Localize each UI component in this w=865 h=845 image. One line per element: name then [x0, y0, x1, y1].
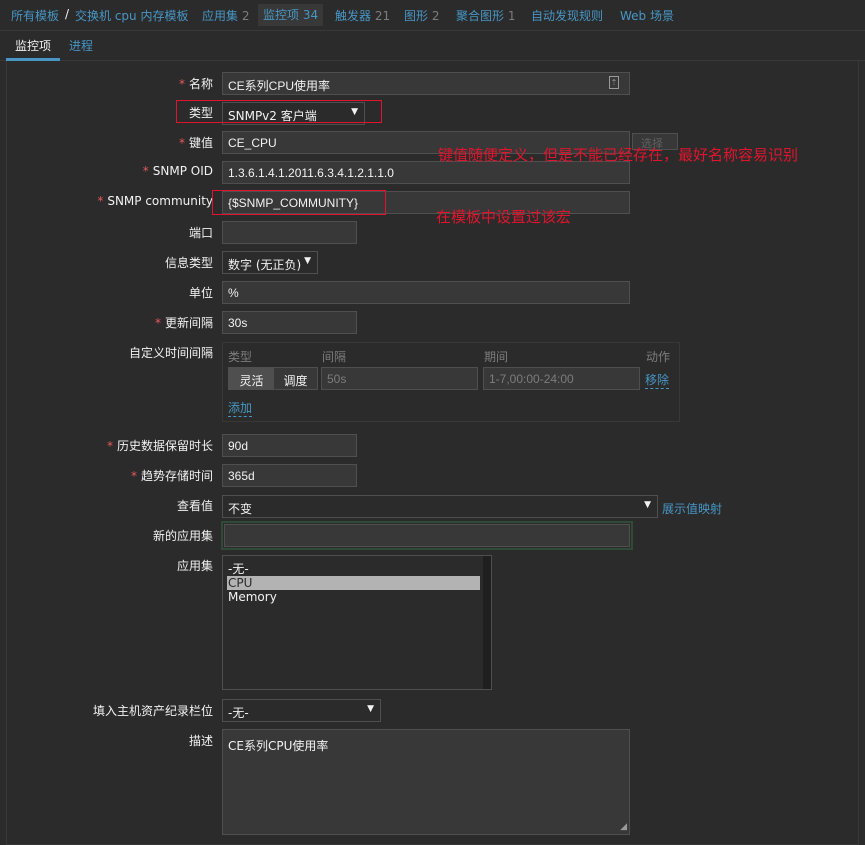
- add-interval-button[interactable]: 添加: [228, 399, 253, 417]
- key-annotation: 键值随便定义，但是不能已经存在，最好名称容易识别: [438, 146, 799, 164]
- col-interval-header: 间隔: [322, 350, 347, 364]
- chevron-down-icon: ▼: [304, 256, 311, 266]
- remove-interval-button[interactable]: 移除: [645, 371, 670, 389]
- breadcrumb-separator: /: [65, 7, 70, 21]
- new-application-field: [221, 521, 633, 550]
- key-label: * 键值: [178, 136, 213, 150]
- valuemap-label: 查看值: [176, 499, 213, 513]
- inventory-label: 填入主机资产纪录栏位: [92, 704, 213, 718]
- info-type-select[interactable]: 数字 (无正负) ▼: [222, 251, 318, 274]
- macro-annotation: 在模板中设置过该宏: [436, 208, 572, 226]
- history-label: * 历史数据保留时长: [106, 439, 213, 453]
- items-link-active[interactable]: 监控项 34: [258, 4, 324, 26]
- new-application-label: 新的应用集: [152, 529, 213, 543]
- template-navigation: 所有模板 / 交换机 cpu 内存模板 应用集 2 监控项 34 触发器 21 …: [0, 0, 865, 31]
- resize-handle-icon[interactable]: ◢: [620, 822, 627, 832]
- triggers-link[interactable]: 触发器 21: [335, 7, 390, 24]
- tab-preprocessing[interactable]: 进程: [69, 37, 93, 54]
- discovery-rules-link[interactable]: 自动发现规则: [531, 7, 603, 24]
- template-link[interactable]: 交换机 cpu 内存模板: [75, 7, 188, 24]
- tab-item[interactable]: 监控项: [6, 31, 61, 61]
- snmp-community-label: * SNMP community: [97, 194, 213, 208]
- description-textarea[interactable]: CE系列CPU使用率 ◢: [222, 729, 630, 835]
- web-scenarios-link[interactable]: Web 场景: [620, 7, 674, 24]
- col-type-header: 类型: [228, 350, 253, 364]
- history-input[interactable]: 90d: [222, 434, 357, 457]
- description-label: 描述: [188, 734, 213, 748]
- graphs-link[interactable]: 图形 2: [404, 7, 439, 24]
- application-option-memory[interactable]: Memory: [227, 590, 480, 604]
- col-period-header: 期间: [484, 350, 509, 364]
- applications-listbox[interactable]: -无- CPU Memory: [222, 555, 492, 690]
- applications-label: 应用集: [176, 559, 213, 573]
- trends-input[interactable]: 365d: [222, 464, 357, 487]
- trends-label: * 趋势存储时间: [130, 469, 213, 483]
- chevron-down-icon: ▼: [367, 704, 374, 714]
- col-action-header: 动作: [646, 350, 671, 364]
- applications-link[interactable]: 应用集 2: [202, 7, 249, 24]
- valuemap-select[interactable]: 不变 ▼: [222, 495, 658, 518]
- screens-link[interactable]: 聚合图形 1: [456, 7, 515, 24]
- inventory-select[interactable]: -无- ▼: [222, 699, 381, 722]
- all-templates-link[interactable]: 所有模板: [11, 7, 59, 24]
- listbox-scrollbar[interactable]: [483, 556, 491, 689]
- update-interval-label: * 更新间隔: [154, 316, 213, 330]
- interval-input[interactable]: 50s: [321, 367, 478, 390]
- update-interval-input[interactable]: 30s: [222, 311, 357, 334]
- macro-picker-icon[interactable]: ⇡: [609, 76, 619, 89]
- info-type-label: 信息类型: [164, 256, 213, 270]
- interval-type-toggle: 灵活 调度: [228, 367, 318, 390]
- units-input[interactable]: %: [222, 281, 630, 304]
- custom-intervals-label: 自定义时间间隔: [128, 346, 213, 360]
- scheduling-option[interactable]: 调度: [274, 368, 317, 389]
- highlight-box-type: [176, 100, 382, 123]
- snmp-oid-label: * SNMP OID: [142, 164, 213, 178]
- application-option-cpu[interactable]: CPU: [227, 576, 480, 590]
- show-valuemap-link[interactable]: 展示值映射: [662, 500, 722, 517]
- units-label: 单位: [188, 286, 213, 300]
- name-label: * 名称: [178, 77, 213, 91]
- form-tabs: 监控项 进程: [0, 31, 865, 61]
- custom-intervals-table: 类型 间隔 期间 动作 灵活 调度 50s 1-7,00:00-24:00 移除…: [222, 342, 680, 422]
- application-option-none[interactable]: -无-: [227, 562, 480, 576]
- flexible-option[interactable]: 灵活: [229, 368, 274, 389]
- port-label: 端口: [188, 226, 213, 240]
- period-input[interactable]: 1-7,00:00-24:00: [483, 367, 640, 390]
- port-input[interactable]: [222, 221, 357, 244]
- name-input[interactable]: CE系列CPU使用率 ⇡: [222, 72, 630, 95]
- new-application-input[interactable]: [224, 524, 630, 547]
- chevron-down-icon: ▼: [644, 500, 651, 510]
- highlight-box-community: [212, 190, 386, 215]
